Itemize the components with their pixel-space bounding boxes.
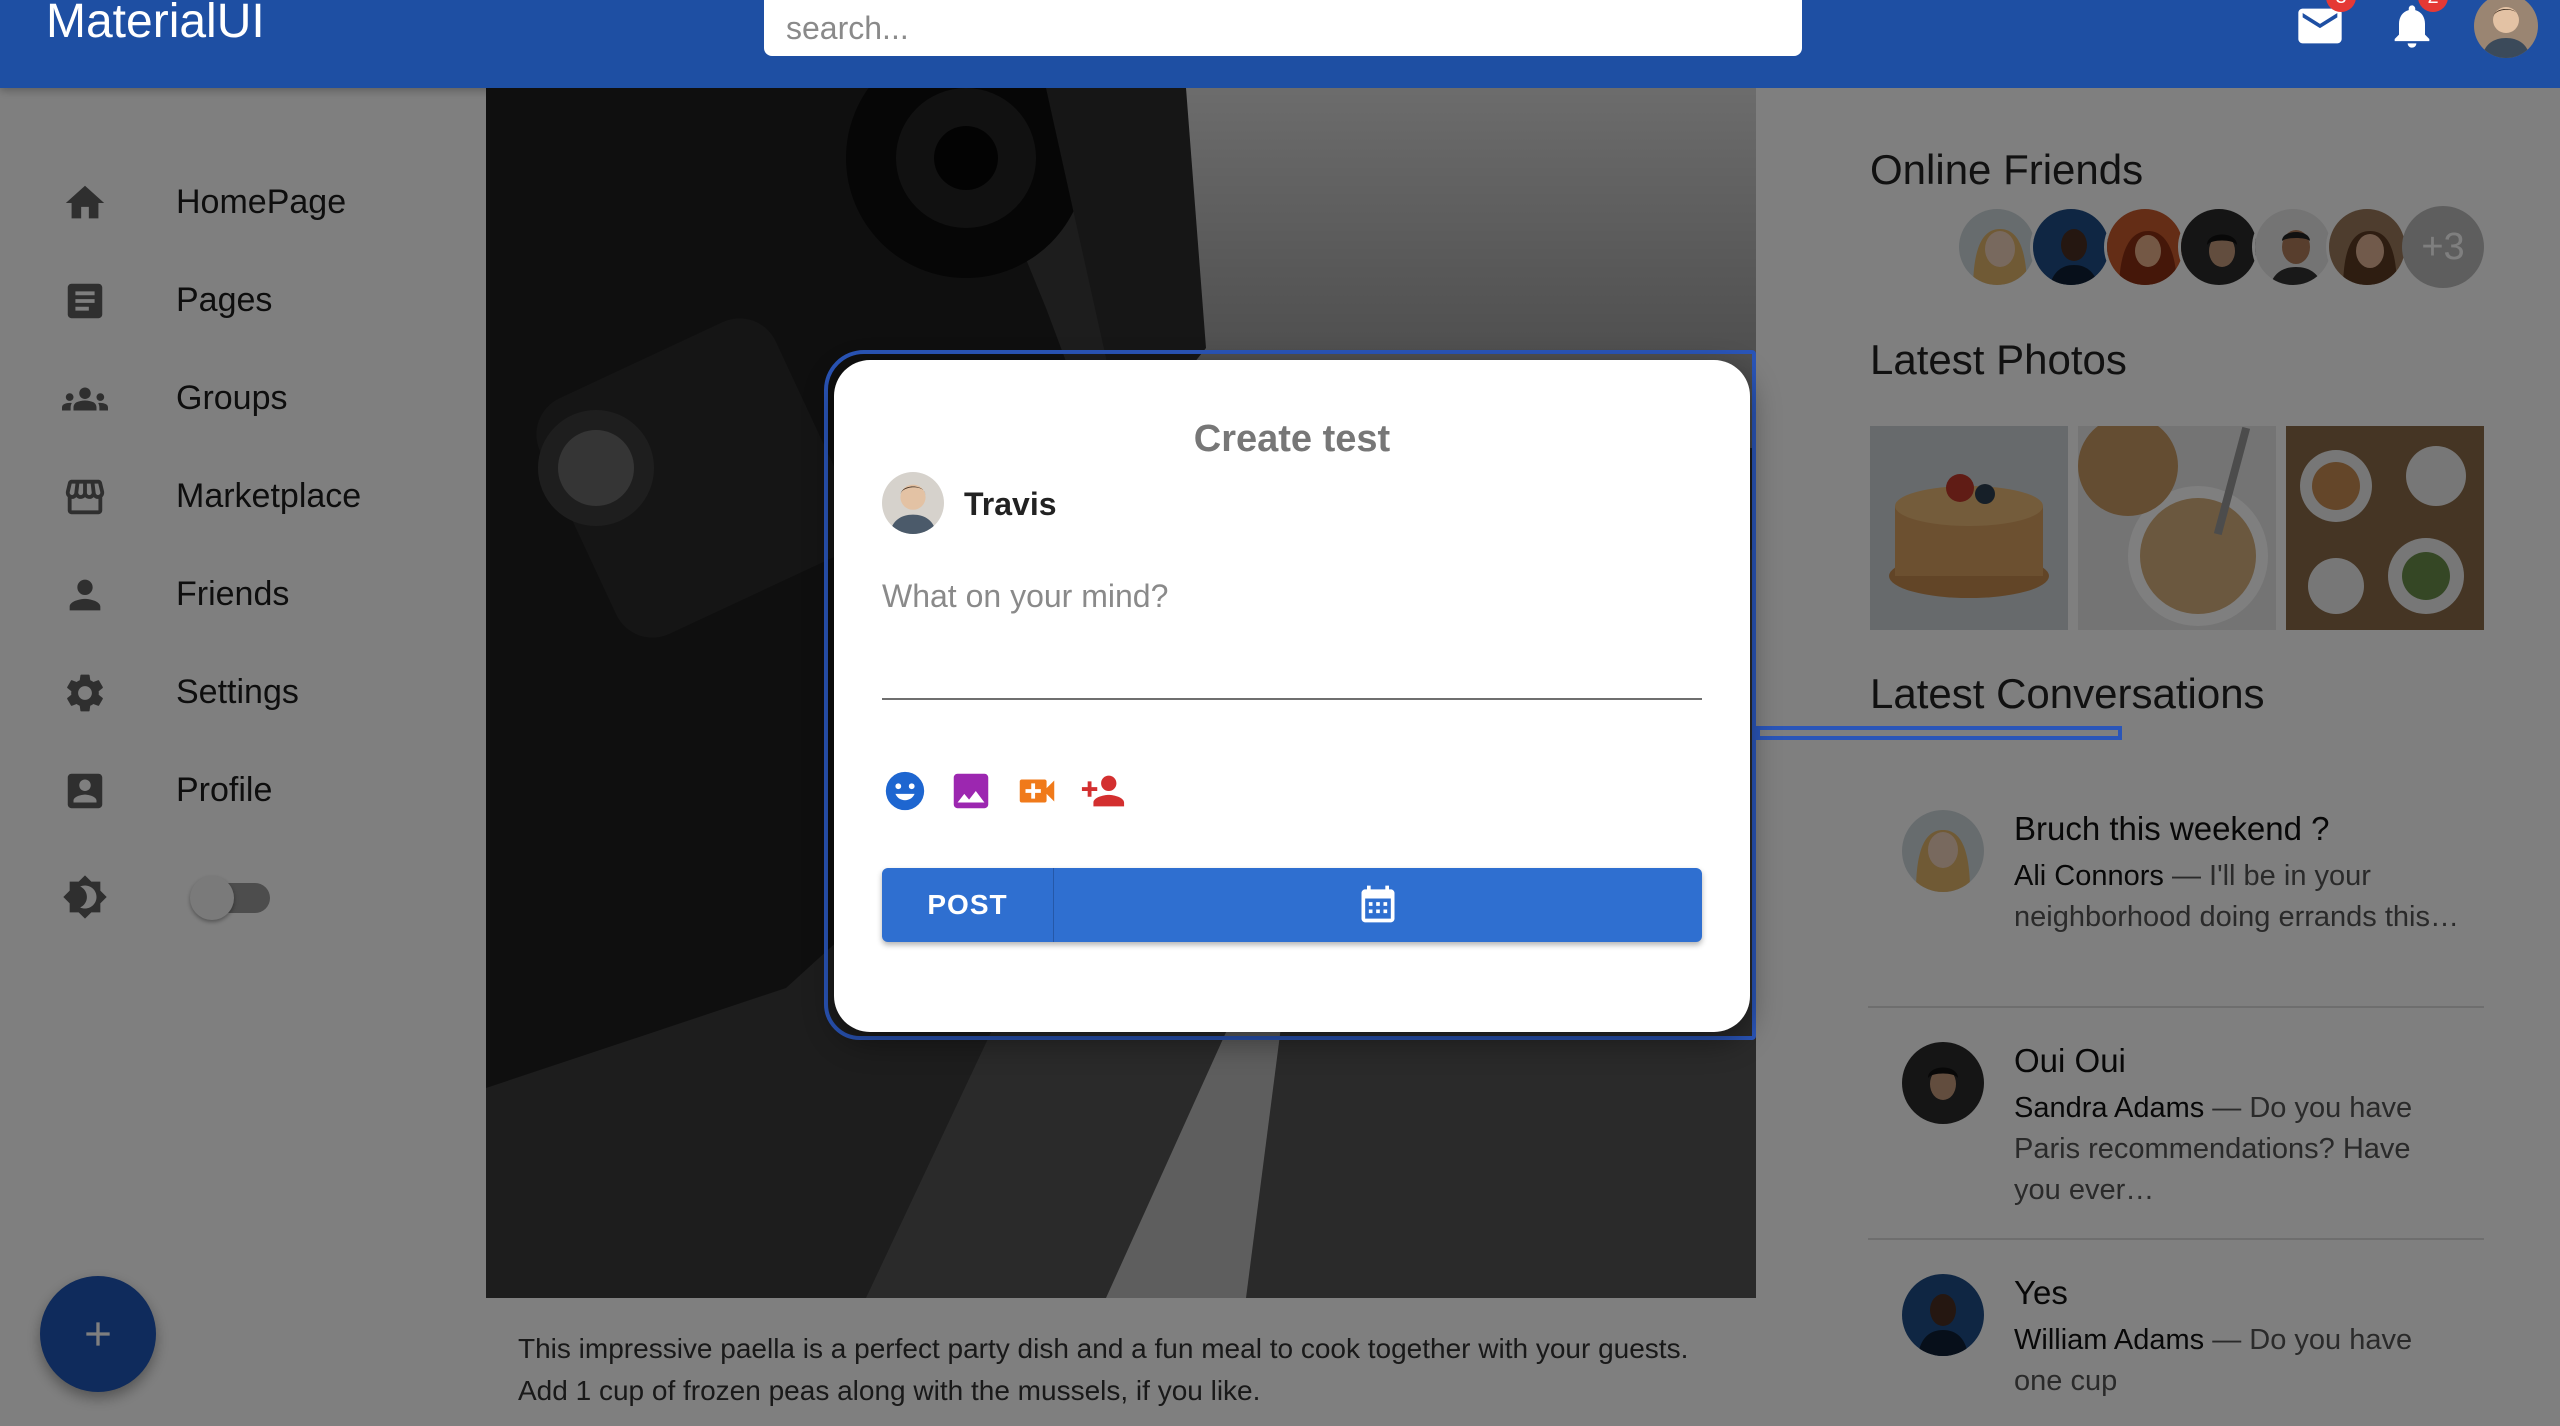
avatar: [882, 472, 944, 534]
dialog-title: Create test: [1193, 418, 1391, 460]
image-icon: [953, 773, 989, 809]
dialog-user-name: Travis: [964, 486, 1057, 522]
mail-button[interactable]: 3: [2294, 0, 2356, 52]
emoji-button[interactable]: [882, 768, 928, 814]
post-text-input[interactable]: [882, 578, 1702, 700]
add-video-button[interactable]: [1014, 768, 1060, 814]
calendar-icon: [1361, 885, 1395, 922]
add-image-button[interactable]: [948, 768, 994, 814]
notifications-button[interactable]: 2: [2386, 0, 2448, 52]
video-icon: [1019, 779, 1055, 803]
post-button-group: POST: [882, 868, 1702, 942]
tag-person-button[interactable]: [1078, 768, 1125, 814]
add-person-icon: [1081, 775, 1125, 807]
brand-title[interactable]: MaterialUI: [46, 0, 265, 49]
app-bar: MaterialUI 3 2: [0, 0, 2560, 88]
schedule-button[interactable]: [1054, 868, 1702, 942]
create-post-dialog: Create test Travis POST: [834, 360, 1750, 1032]
account-avatar[interactable]: [2474, 0, 2538, 58]
emoji-icon: [885, 771, 925, 811]
search-input[interactable]: [764, 0, 1802, 56]
post-button[interactable]: POST: [882, 868, 1054, 942]
focus-outline-tab: [1756, 726, 2122, 740]
